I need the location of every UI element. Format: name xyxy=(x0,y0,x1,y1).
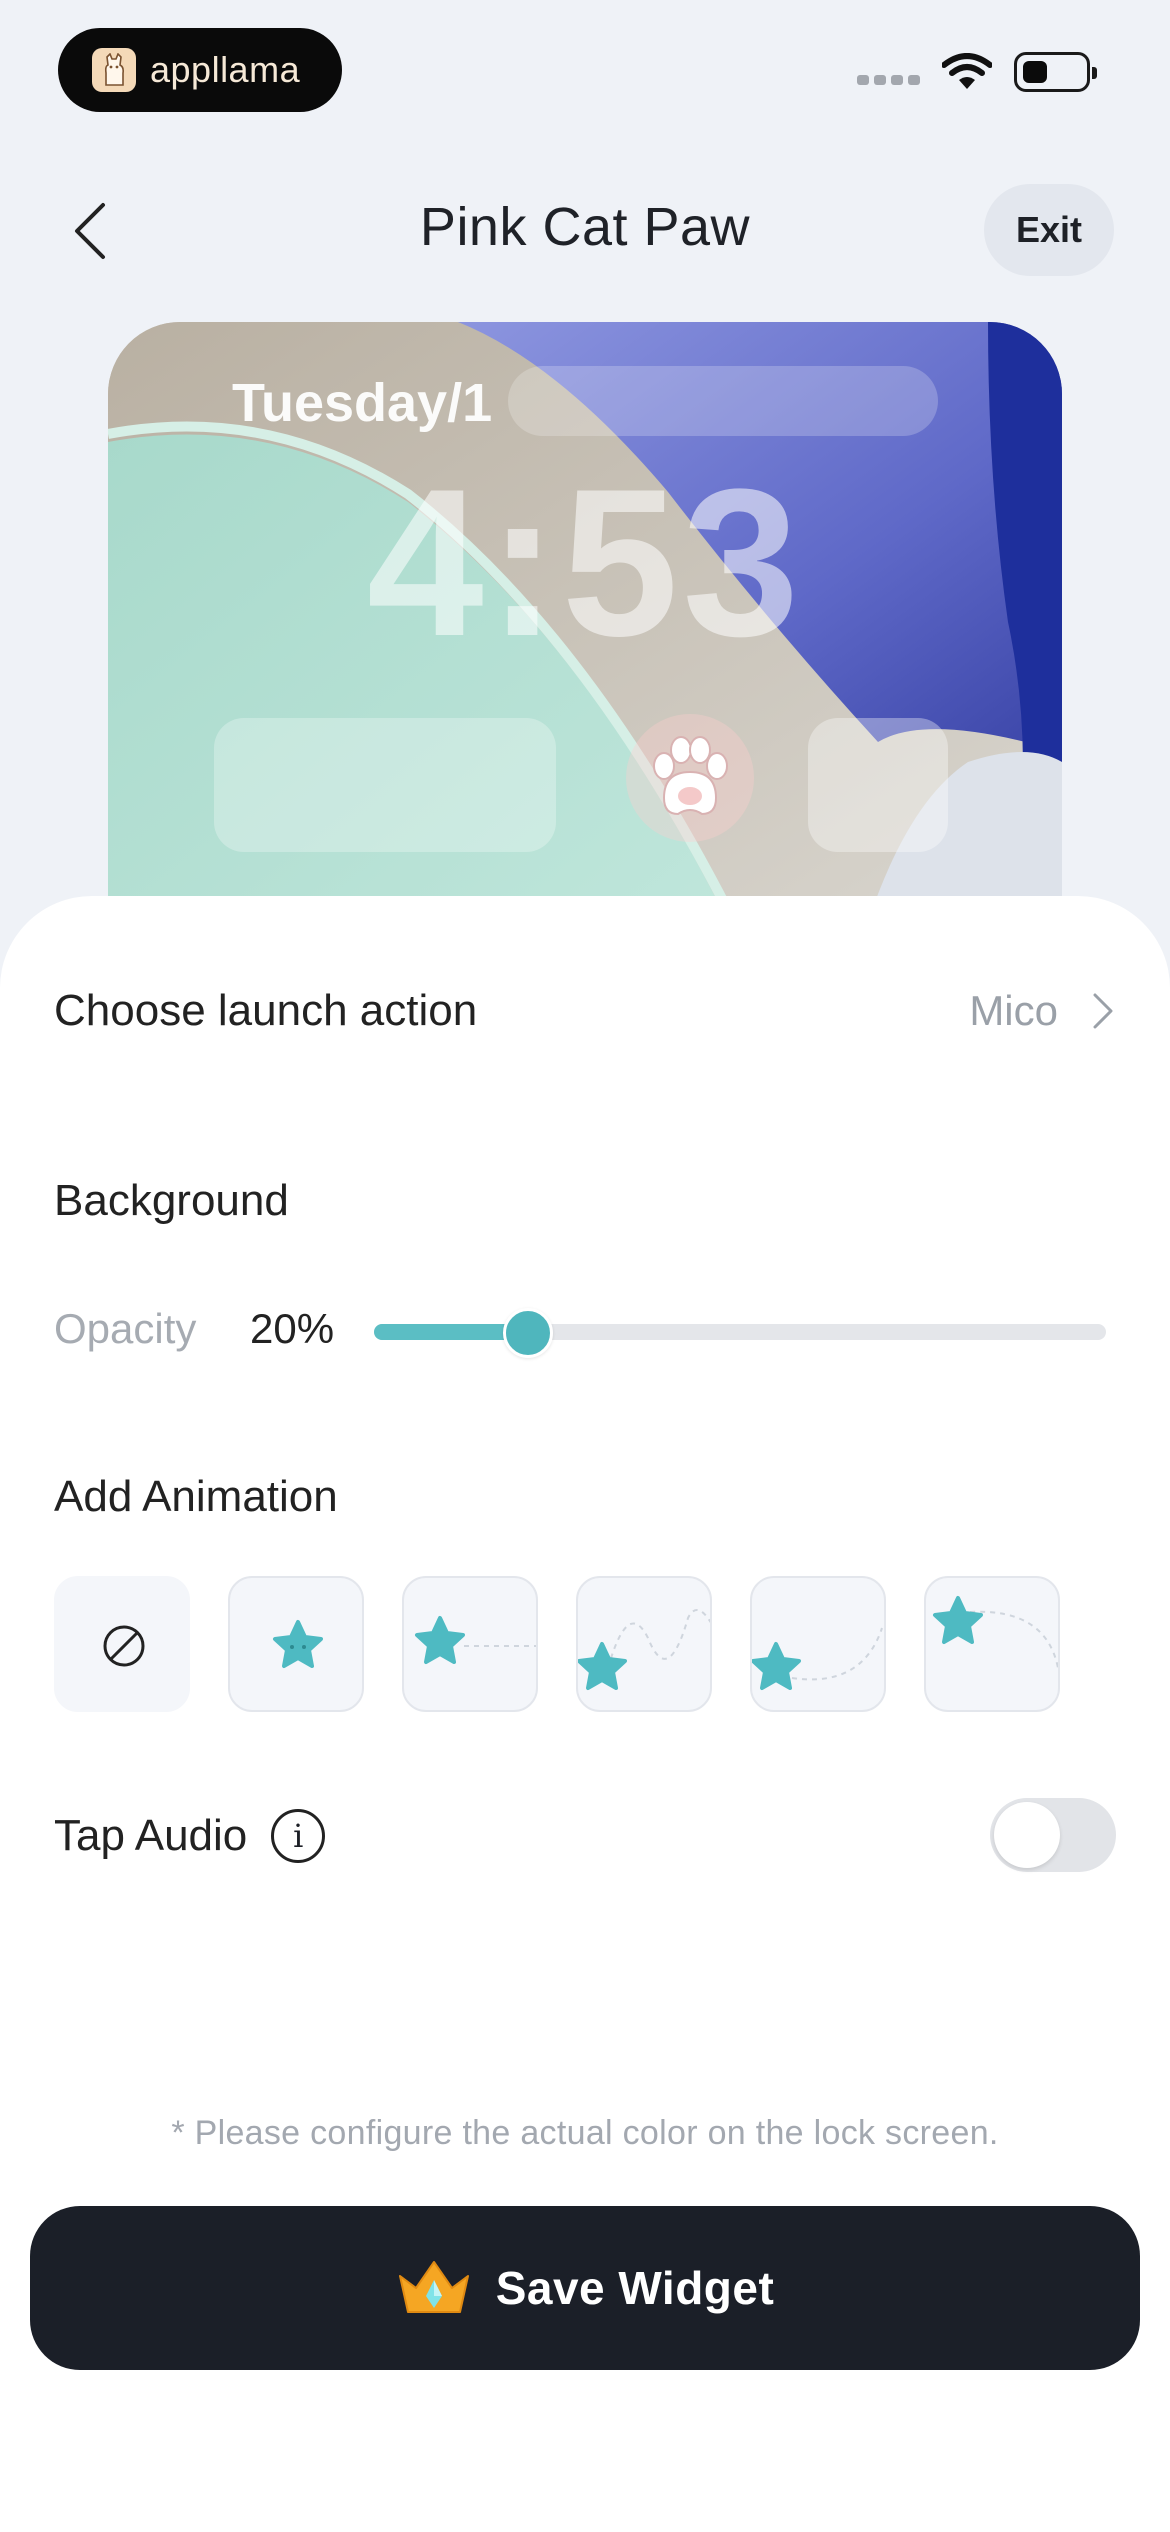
status-indicators xyxy=(857,52,1097,92)
cat-paw-widget[interactable] xyxy=(626,714,754,842)
tap-audio-toggle[interactable] xyxy=(990,1798,1116,1872)
star-icon xyxy=(933,1596,1058,1669)
info-icon[interactable]: i xyxy=(271,1809,326,1863)
tap-audio-row: Tap Audio i xyxy=(54,1796,1116,1876)
widget-preview: Tuesday/1 4:53 xyxy=(108,322,1062,922)
settings-sheet: Choose launch action Mico Background Opa… xyxy=(0,896,1170,2532)
animation-option-star-drop[interactable] xyxy=(924,1576,1060,1712)
app-badge[interactable]: appllama xyxy=(58,28,342,112)
tap-audio-label: Tap Audio xyxy=(54,1811,248,1860)
animation-option-star-slide[interactable] xyxy=(402,1576,538,1712)
opacity-slider[interactable] xyxy=(374,1294,1106,1364)
animation-section-title: Add Animation xyxy=(54,1472,338,1521)
no-animation-icon xyxy=(103,1625,145,1667)
preview-top-widget xyxy=(508,366,938,436)
crown-icon xyxy=(398,2261,469,2313)
animation-options xyxy=(54,1576,1060,1712)
chevron-right-icon xyxy=(1093,993,1113,1029)
preview-widget-left xyxy=(214,718,556,852)
save-widget-label: Save Widget xyxy=(495,2262,775,2314)
slider-fill xyxy=(374,1324,521,1340)
star-icon xyxy=(273,1620,323,1668)
slider-thumb[interactable] xyxy=(503,1308,554,1358)
opacity-label: Opacity xyxy=(54,1305,197,1352)
save-widget-button[interactable]: Save Widget xyxy=(30,2206,1140,2370)
animation-option-star-wave[interactable] xyxy=(576,1576,712,1712)
launch-action-label: Choose launch action xyxy=(54,986,478,1035)
screen: appllama Pink Cat Paw Exit Tuesday/1 4:5… xyxy=(0,0,1170,2532)
animation-option-star-arc[interactable] xyxy=(750,1576,886,1712)
star-icon xyxy=(752,1627,883,1690)
toggle-knob xyxy=(994,1802,1060,1868)
app-badge-label: appllama xyxy=(150,49,301,90)
opacity-value: 20% xyxy=(250,1305,335,1352)
star-icon xyxy=(415,1616,536,1664)
cellular-signal-icon xyxy=(857,75,920,85)
cat-paw-icon xyxy=(653,736,728,816)
launch-action-value: Mico xyxy=(969,987,1058,1034)
preview-time: 4:53 xyxy=(366,445,804,680)
preview-widget-right xyxy=(808,718,948,852)
animation-option-star-bounce[interactable] xyxy=(228,1576,364,1712)
battery-icon xyxy=(1014,52,1097,92)
exit-button[interactable]: Exit xyxy=(984,184,1114,276)
star-icon xyxy=(578,1609,710,1690)
opacity-row: Opacity 20% xyxy=(54,1294,1114,1364)
background-section-title: Background xyxy=(54,1176,289,1225)
wifi-icon xyxy=(942,53,992,89)
launch-action-row[interactable]: Choose launch action Mico xyxy=(54,968,1114,1054)
animation-option-none[interactable] xyxy=(54,1576,190,1712)
preview-date: Tuesday/1 xyxy=(232,373,493,433)
llama-logo-icon xyxy=(92,48,136,92)
lock-screen-note: * Please configure the actual color on t… xyxy=(171,2114,999,2152)
